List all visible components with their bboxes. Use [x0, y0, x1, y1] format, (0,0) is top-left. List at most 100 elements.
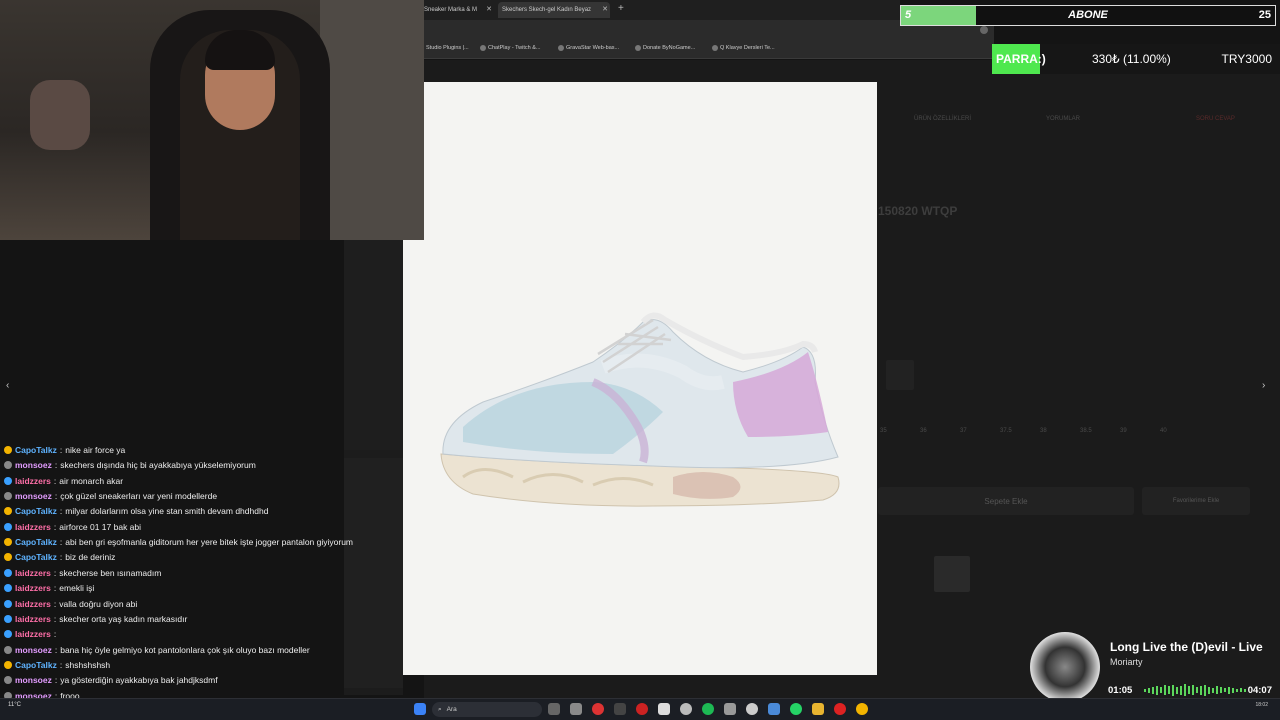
chat-username[interactable]: CapoTalkz	[15, 445, 57, 455]
chrome-icon[interactable]	[856, 703, 868, 715]
bookmark-icon	[635, 45, 641, 51]
chat-username[interactable]: laidzzers	[15, 583, 51, 593]
size-option[interactable]: 36	[920, 428, 927, 434]
webcam-feed	[0, 0, 424, 240]
chat-badge-icon	[4, 599, 12, 608]
task-view-icon[interactable]	[548, 703, 560, 715]
size-option[interactable]: 37	[960, 428, 967, 434]
chat-badge-icon	[4, 492, 12, 501]
bookmark[interactable]: Q Klavye Dersleri Te...	[712, 45, 775, 51]
app-icon[interactable]	[768, 703, 780, 715]
folder-icon[interactable]	[812, 703, 824, 715]
spotify-icon[interactable]	[702, 703, 714, 715]
chat-username[interactable]: monsoez	[15, 491, 52, 501]
product-image-modal[interactable]	[403, 82, 877, 675]
chat-username[interactable]: CapoTalkz	[15, 506, 57, 516]
donation-goal-label: PARRA:)	[996, 52, 1046, 66]
chat-username[interactable]: laidzzers	[15, 476, 51, 486]
gallery-thumb[interactable]	[344, 240, 403, 450]
chat-username[interactable]: monsoez	[15, 675, 52, 685]
chat-badge-icon	[4, 522, 12, 531]
chat-separator: :	[54, 491, 58, 502]
whatsapp-icon[interactable]	[790, 703, 802, 715]
file-explorer-icon[interactable]	[570, 703, 582, 715]
size-option[interactable]: 40	[1160, 428, 1167, 434]
chat-message: monsoez: bana hiç öyle gelmiyo kot pantol…	[4, 645, 310, 655]
browser-tab[interactable]: Sneaker Marka & M ✕	[424, 2, 494, 18]
bookmark-icon	[558, 45, 564, 51]
gallery-next-arrow[interactable]: ›	[1262, 380, 1265, 391]
app-icon[interactable]	[658, 703, 670, 715]
chat-username[interactable]: CapoTalkz	[15, 660, 57, 670]
app-icon[interactable]	[592, 703, 604, 715]
chat-username[interactable]: laidzzers	[15, 614, 51, 624]
browser-tab-strip: Sneaker Marka & M ✕ Skechers Skech-gel K…	[424, 0, 900, 20]
tab-title: Sneaker Marka & M	[424, 7, 478, 13]
bookmark[interactable]: Donate ByNoGame...	[635, 45, 695, 51]
chat-text: nike air force ya	[65, 445, 126, 455]
settings-icon[interactable]	[746, 703, 758, 715]
app-icon[interactable]	[680, 703, 692, 715]
chat-message: laidzzers: airforce 01 17 bak abi	[4, 522, 141, 532]
tab-qa[interactable]: SORU CEVAP	[1196, 116, 1235, 122]
song-artist: Moriarty	[1110, 657, 1143, 667]
chat-text: air monarch akar	[59, 475, 124, 486]
chat-username[interactable]: CapoTalkz	[15, 537, 57, 547]
add-to-cart-button[interactable]: Sepete Ekle	[878, 487, 1134, 515]
close-icon[interactable]: ✕	[602, 5, 608, 13]
chat-message: CapoTalkz: biz de deriniz	[4, 552, 115, 562]
size-option[interactable]: 37.5	[1000, 428, 1012, 434]
chat-separator: :	[53, 598, 57, 609]
taskbar-search[interactable]: ⌕ Ara	[432, 702, 542, 717]
chat-text: abi ben gri eşofmanla giditorum her yere…	[65, 537, 354, 548]
chat-badge-icon	[4, 676, 12, 685]
chat-badge-icon	[4, 645, 12, 654]
windows-start-icon[interactable]	[414, 703, 426, 715]
size-option[interactable]: 38	[1040, 428, 1047, 434]
bookmark[interactable]: GravaStar Web-bas...	[558, 45, 619, 51]
tab-reviews[interactable]: YORUMLAR	[1046, 116, 1080, 122]
chat-username[interactable]: laidzzers	[15, 568, 51, 578]
tab-product-features[interactable]: ÜRÜN ÖZELLİKLERİ	[914, 116, 971, 122]
chat-username[interactable]: CapoTalkz	[15, 552, 57, 562]
chat-username[interactable]: monsoez	[15, 460, 52, 470]
system-clock[interactable]: 18:02	[1255, 702, 1268, 709]
app-icon[interactable]	[636, 703, 648, 715]
size-option[interactable]: 39	[1120, 428, 1127, 434]
app-icon[interactable]	[614, 703, 626, 715]
chat-separator: :	[54, 644, 58, 655]
chat-badge-icon	[4, 630, 12, 639]
chat-separator: :	[53, 629, 57, 640]
subscriber-goal-label: ABONE	[1068, 9, 1108, 21]
chat-username[interactable]: laidzzers	[15, 599, 51, 609]
audio-visualizer	[1144, 684, 1262, 696]
chat-text: shshshshsh	[65, 659, 111, 670]
color-variant-thumb[interactable]	[886, 360, 914, 390]
similar-product-thumb[interactable]	[934, 556, 970, 592]
size-option[interactable]: 35	[880, 428, 887, 434]
chat-username[interactable]: monsoez	[15, 645, 52, 655]
chat-message: laidzzers:	[4, 629, 59, 639]
star-icon[interactable]	[980, 26, 988, 34]
chat-text: çok güzel sneakerları var yeni modellerd…	[60, 491, 218, 502]
chat-username[interactable]: laidzzers	[15, 522, 51, 532]
chat-badge-icon	[4, 553, 12, 562]
app-icon[interactable]	[724, 703, 736, 715]
gallery-prev-arrow[interactable]: ‹	[6, 380, 9, 391]
bookmark[interactable]: ChatPlay - Twitch &...	[480, 45, 540, 51]
new-tab-button[interactable]: +	[618, 3, 624, 14]
chat-badge-icon	[4, 446, 12, 454]
add-to-favorites-button[interactable]: Favorilerime Ekle	[1142, 487, 1250, 515]
opera-icon[interactable]	[834, 703, 846, 715]
weather-widget[interactable]: 11°C	[8, 702, 21, 708]
chat-text: skecher orta yaş kadın markasıdır	[59, 613, 188, 624]
close-icon[interactable]: ✕	[486, 5, 492, 13]
browser-tab-active[interactable]: Skechers Skech-gel Kadın Beyaz ✕	[498, 2, 610, 18]
chat-separator: :	[53, 613, 57, 624]
song-title: Long Live the (D)evil - Live	[1110, 640, 1263, 654]
subscriber-goal-bar: 5 ABONE 25	[900, 5, 1276, 26]
size-option[interactable]: 38.5	[1080, 428, 1092, 434]
chat-message: laidzzers: emekli işi	[4, 583, 94, 593]
bookmark[interactable]: Studio Plugins |...	[426, 45, 469, 51]
chat-username[interactable]: laidzzers	[15, 629, 51, 639]
